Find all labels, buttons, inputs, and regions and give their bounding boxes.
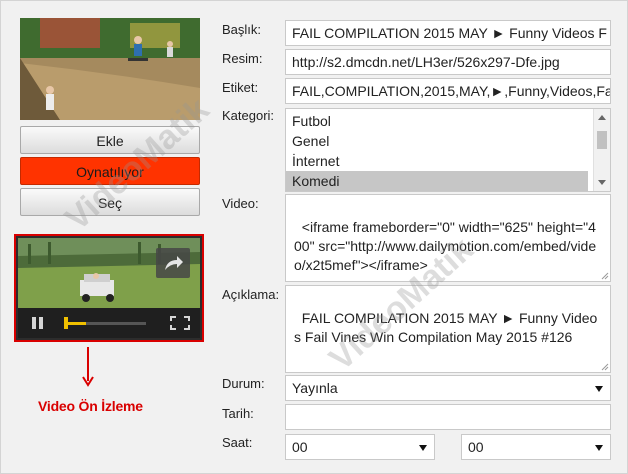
tags-input[interactable]: FAIL,COMPILATION,2015,MAY,►,Funny,Videos… — [285, 78, 611, 104]
time-label: Saat: — [222, 435, 253, 450]
add-button[interactable]: Ekle — [20, 126, 200, 154]
category-option-komedi[interactable]: Komedi — [286, 171, 588, 191]
description-text: FAIL COMPILATION 2015 MAY ► Funny Videos… — [294, 310, 598, 345]
down-arrow-icon — [82, 347, 94, 387]
player-controls — [18, 308, 200, 338]
progress-fill — [66, 322, 86, 325]
video-embed-text: <iframe frameborder="0" width="625" heig… — [294, 219, 597, 273]
image-url-input[interactable]: http://s2.dmcdn.net/LH3er/526x297-Dfe.jp… — [285, 49, 611, 75]
image-label: Resim: — [222, 51, 263, 66]
status-selected-value: Yayınla — [292, 380, 338, 396]
category-option-futbol[interactable]: Futbol — [286, 111, 588, 131]
resize-grip-icon[interactable] — [601, 363, 609, 371]
scroll-up-icon[interactable] — [598, 115, 606, 120]
chevron-down-icon — [595, 386, 603, 392]
date-input[interactable] — [285, 404, 611, 430]
category-scrollbar[interactable] — [593, 109, 610, 191]
chevron-down-icon — [595, 445, 603, 451]
category-option-genel[interactable]: Genel — [286, 131, 588, 151]
skatepark-ramp-image — [20, 18, 200, 120]
video-label: Video: — [222, 196, 259, 211]
status-label: Durum: — [222, 376, 265, 391]
fullscreen-icon[interactable] — [170, 316, 190, 330]
description-textarea[interactable]: FAIL COMPILATION 2015 MAY ► Funny Videos… — [285, 285, 611, 373]
chevron-down-icon — [419, 445, 427, 451]
preview-caption: Video Ön İzleme — [38, 398, 143, 414]
scrollbar-thumb[interactable] — [597, 131, 607, 149]
hour-select[interactable]: 00 — [285, 434, 435, 460]
category-label: Kategori: — [222, 108, 275, 123]
title-input[interactable]: FAIL COMPILATION 2015 MAY ► Funny Videos… — [285, 20, 611, 46]
date-label: Tarih: — [222, 406, 254, 421]
select-button[interactable]: Seç — [20, 188, 200, 216]
category-option-internet[interactable]: İnternet — [286, 151, 588, 171]
resize-grip-icon[interactable] — [601, 272, 609, 280]
tags-label: Etiket: — [222, 80, 259, 95]
minute-selected-value: 00 — [468, 439, 484, 455]
playing-button[interactable]: Oynatılıyor — [20, 157, 200, 185]
category-listbox[interactable]: Futbol Genel İnternet Komedi — [285, 108, 611, 192]
preview-video-frame — [18, 238, 200, 308]
pause-icon[interactable] — [32, 317, 44, 329]
progress-bar[interactable] — [66, 322, 146, 325]
video-preview-player[interactable] — [14, 234, 204, 342]
title-label: Başlık: — [222, 22, 262, 37]
hour-selected-value: 00 — [292, 439, 308, 455]
minute-select[interactable]: 00 — [461, 434, 611, 460]
share-icon[interactable] — [156, 248, 190, 278]
status-select[interactable]: Yayınla — [285, 375, 611, 401]
progress-knob[interactable] — [64, 317, 68, 329]
scroll-down-icon[interactable] — [598, 180, 606, 185]
description-label: Açıklama: — [222, 287, 280, 302]
video-thumbnail — [20, 18, 200, 120]
video-embed-textarea[interactable]: <iframe frameborder="0" width="625" heig… — [285, 194, 611, 282]
